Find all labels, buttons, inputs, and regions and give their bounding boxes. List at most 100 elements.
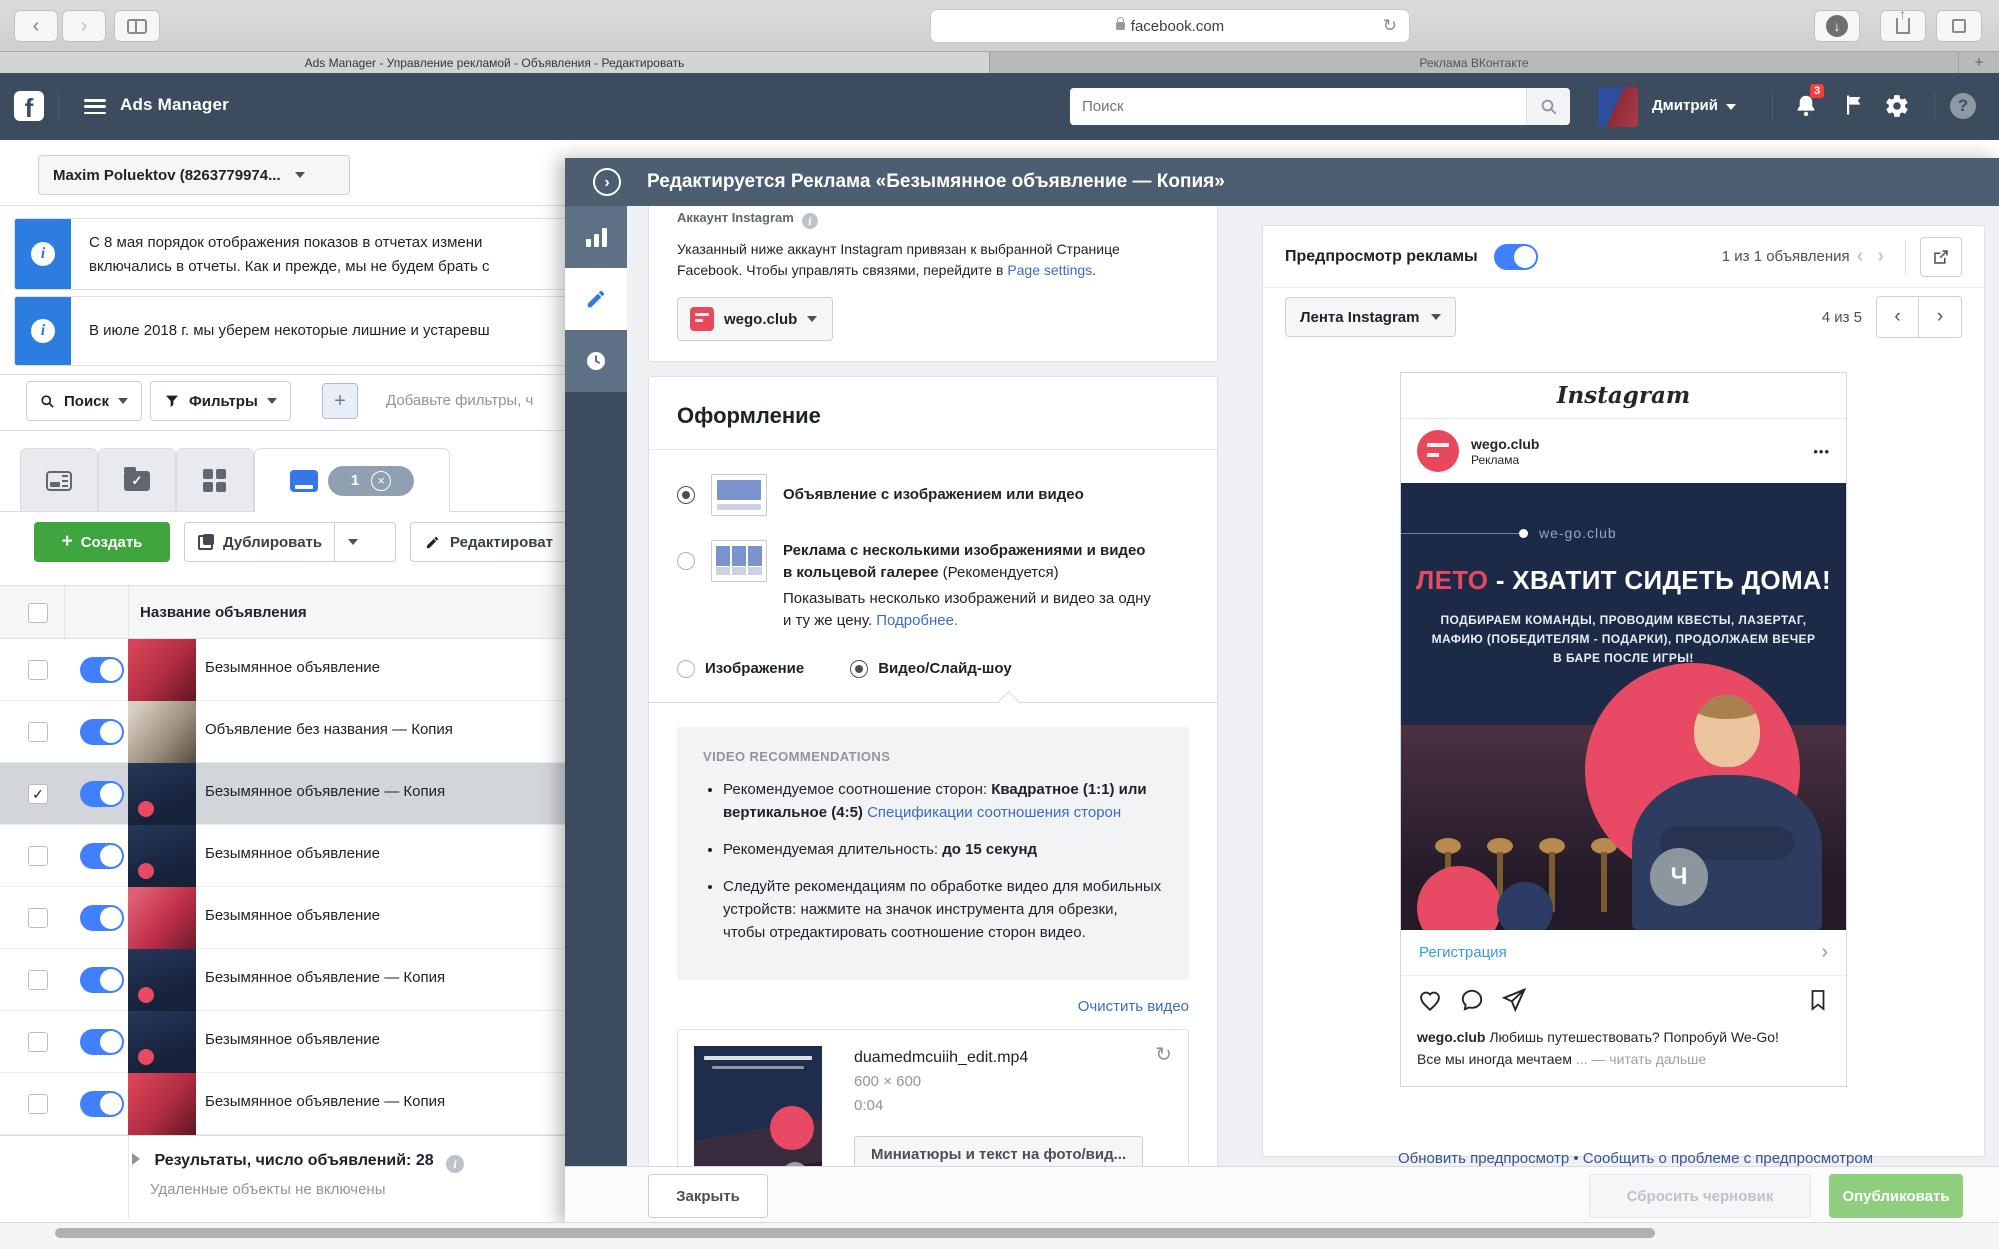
search-filter-button[interactable]: Поиск — [26, 381, 143, 421]
collapse-panel-icon[interactable]: › — [593, 168, 621, 196]
rail-history-tab[interactable] — [565, 330, 627, 392]
row-toggle[interactable] — [80, 781, 124, 807]
search-icon[interactable] — [1526, 88, 1570, 125]
facebook-logo[interactable]: f — [14, 91, 44, 123]
clear-selection-icon[interactable]: × — [371, 470, 392, 491]
header-search[interactable] — [1070, 88, 1570, 125]
menu-hamburger-icon[interactable] — [84, 99, 106, 114]
format-option-single[interactable]: Объявление с изображением или видео — [677, 474, 1189, 516]
user-name[interactable]: Дмитрий — [1652, 97, 1737, 114]
share-plane-icon[interactable] — [1501, 987, 1527, 1013]
like-heart-icon[interactable] — [1417, 987, 1443, 1013]
tab-adsets[interactable] — [176, 448, 254, 512]
column-header-name[interactable]: Название объявления — [140, 604, 307, 621]
scrollbar-thumb[interactable] — [55, 1228, 1655, 1238]
browser-sidebar-button[interactable] — [114, 10, 160, 42]
tab-account-overview[interactable] — [20, 448, 98, 512]
radio-video[interactable] — [850, 660, 869, 678]
row-toggle[interactable] — [80, 657, 124, 683]
expand-results-icon[interactable] — [132, 1153, 140, 1165]
reset-draft-button[interactable]: Сбросить черновик — [1589, 1174, 1811, 1218]
row-toggle[interactable] — [80, 905, 124, 931]
page-settings-link[interactable]: Page settings — [1007, 262, 1092, 278]
row-checkbox[interactable] — [28, 846, 48, 866]
clear-video-link[interactable]: Очистить видео — [1078, 998, 1189, 1015]
refresh-preview-link[interactable]: Обновить предпросмотр — [1398, 1150, 1569, 1167]
row-checkbox[interactable] — [28, 660, 48, 680]
ad-name[interactable]: Безымянное объявление — [205, 659, 380, 676]
duplicate-menu-button[interactable] — [335, 539, 371, 545]
prev-ad-button[interactable]: ‹ — [1850, 245, 1871, 268]
ig-account-name[interactable]: wego.club — [1471, 435, 1539, 453]
add-filter-button[interactable]: + — [322, 383, 358, 419]
row-checkbox[interactable] — [28, 722, 48, 742]
filter-placeholder[interactable]: Добавьте фильтры, ч — [386, 392, 533, 409]
info-icon[interactable]: i — [801, 213, 818, 229]
duplicate-button[interactable]: Дублировать — [184, 522, 396, 562]
next-placement-button[interactable]: › — [1919, 297, 1961, 337]
filters-button[interactable]: Фильтры — [150, 381, 291, 421]
tab-overview-button[interactable] — [1936, 10, 1982, 42]
user-avatar[interactable] — [1598, 87, 1638, 127]
browser-tab-ads-manager[interactable]: Ads Manager - Управление рекламой - Объя… — [0, 52, 990, 73]
horizontal-scrollbar[interactable] — [0, 1222, 1999, 1249]
close-button[interactable]: Закрыть — [648, 1174, 768, 1218]
report-problem-link[interactable]: Сообщить о проблеме с предпросмотром — [1583, 1150, 1873, 1167]
row-checkbox[interactable] — [28, 908, 48, 928]
instagram-account-selector[interactable]: wego.club — [677, 297, 833, 341]
new-tab-button[interactable]: + — [1959, 52, 1999, 73]
results-count[interactable]: Результаты, число объявлений: 28 — [154, 1152, 433, 1169]
row-toggle[interactable] — [80, 967, 124, 993]
comment-icon[interactable] — [1459, 987, 1485, 1013]
placement-selector[interactable]: Лента Instagram — [1285, 297, 1457, 337]
tab-ads[interactable]: 1 × — [254, 448, 450, 512]
prev-placement-button[interactable]: ‹ — [1877, 297, 1919, 337]
browser-tab-vk[interactable]: Реклама ВКонтакте — [990, 52, 1959, 73]
settings-gear-button[interactable] — [1884, 93, 1910, 119]
publish-button[interactable]: Опубликовать — [1829, 1174, 1963, 1218]
browser-back-button[interactable]: ‹ — [14, 10, 58, 42]
next-ad-button[interactable]: › — [1870, 245, 1891, 268]
select-all-checkbox[interactable] — [28, 603, 48, 623]
radio-unselected[interactable] — [677, 552, 695, 570]
ad-name[interactable]: Безымянное объявление — Копия — [205, 969, 445, 986]
row-checkbox[interactable] — [28, 1032, 48, 1052]
account-selector[interactable]: Maxim Poluektov (8263779974... — [38, 155, 350, 195]
learn-more-link[interactable]: Подробнее. — [876, 612, 958, 629]
ig-profile-avatar[interactable] — [1417, 430, 1459, 472]
ad-name[interactable]: Объявление без названия — Копия — [205, 721, 453, 738]
row-toggle[interactable] — [80, 1029, 124, 1055]
row-toggle[interactable] — [80, 843, 124, 869]
read-more-link[interactable]: ... — читать дальше — [1576, 1051, 1706, 1067]
help-button[interactable]: ? — [1950, 93, 1976, 119]
pages-flag-button[interactable] — [1842, 93, 1866, 117]
rail-edit-tab[interactable] — [565, 268, 627, 330]
share-button[interactable] — [1880, 6, 1926, 42]
selected-count-pill[interactable]: 1 × — [328, 465, 414, 496]
ad-name[interactable]: Безымянное объявление — [205, 845, 380, 862]
row-toggle[interactable] — [80, 1091, 124, 1117]
info-icon[interactable]: i — [446, 1155, 465, 1173]
radio-selected[interactable] — [677, 486, 695, 504]
row-checkbox[interactable] — [28, 970, 48, 990]
tab-campaigns[interactable]: ✓ — [98, 448, 176, 512]
video-refresh-icon[interactable]: ↻ — [1155, 1042, 1172, 1067]
ig-menu-icon[interactable]: ••• — [1813, 444, 1830, 459]
row-checkbox[interactable] — [28, 1094, 48, 1114]
ad-name[interactable]: Безымянное объявление — [205, 1031, 380, 1048]
row-checkbox-checked[interactable]: ✓ — [28, 784, 48, 804]
ig-cta-link[interactable]: Регистрация — [1419, 944, 1507, 961]
bookmark-icon[interactable] — [1806, 988, 1830, 1012]
browser-forward-button[interactable]: › — [62, 10, 106, 42]
radio-image[interactable] — [677, 660, 695, 678]
format-option-carousel[interactable]: Реклама с несколькими изображениями и ви… — [677, 540, 1189, 632]
preview-toggle[interactable] — [1493, 243, 1538, 270]
create-button[interactable]: + Создать — [34, 522, 170, 562]
open-external-button[interactable] — [1920, 236, 1962, 277]
downloads-button[interactable]: ↓ — [1814, 10, 1860, 42]
aspect-specs-link[interactable]: Спецификации соотношения сторон — [867, 804, 1121, 821]
ad-name[interactable]: Безымянное объявление — Копия — [205, 1093, 445, 1110]
address-bar[interactable]: facebook.com ↻ — [930, 9, 1410, 43]
ad-name[interactable]: Безымянное объявление — Копия — [205, 783, 445, 800]
reload-icon[interactable]: ↻ — [1383, 16, 1397, 36]
